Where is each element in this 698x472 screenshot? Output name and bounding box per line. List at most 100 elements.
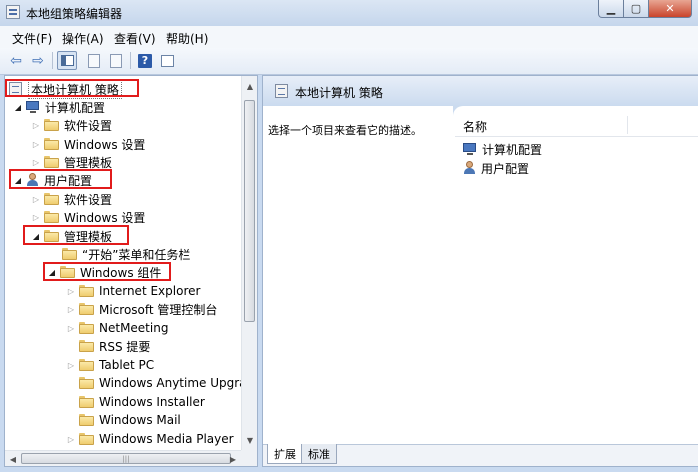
close-button[interactable]: ✕ (649, 0, 692, 18)
tree-vertical-scrollbar[interactable]: ▲ ▼ (241, 76, 257, 450)
menu-file[interactable]: 文件(F) (12, 30, 52, 47)
tree-horizontal-scrollbar[interactable]: ◀ ||| ▶ (5, 450, 241, 466)
export-list-icon (110, 53, 122, 68)
menu-view[interactable]: 查看(V) (114, 30, 156, 47)
column-separator[interactable] (627, 116, 628, 134)
scroll-up-icon[interactable]: ▲ (242, 78, 257, 94)
tree-item-label: Windows Installer (99, 395, 205, 409)
collapsed-triangle-icon[interactable]: ▷ (31, 157, 41, 167)
tree-item-label: RSS 提要 (99, 339, 151, 354)
menu-help[interactable]: 帮助(H) (166, 30, 208, 47)
tab-standard[interactable]: 标准 (301, 444, 337, 464)
tree-item-component[interactable]: ▷ Tablet PC (66, 356, 154, 374)
tree-item-component[interactable]: Windows Mail (79, 411, 181, 429)
back-arrow-icon: ⇦ (10, 52, 22, 69)
help-button[interactable]: ? (135, 51, 155, 70)
list-header: 名称 (455, 114, 698, 137)
tree-item-label: NetMeeting (99, 321, 169, 335)
list-item-label: 计算机配置 (482, 142, 543, 157)
help-icon: ? (138, 53, 152, 68)
folder-icon (79, 322, 94, 334)
console-tree-icon (60, 55, 74, 66)
toolbar-separator (52, 52, 53, 69)
tree-item-start-menu[interactable]: “开始”菜单和任务栏 (62, 245, 190, 263)
console-tree: 本地计算机 策略 ◢ 计算机配置 ▷ 软件设置 ▷ Windows 设置 ▷ 管… (4, 75, 258, 467)
collapsed-triangle-icon[interactable]: ▷ (66, 304, 76, 314)
list-item-user-config[interactable]: 用户配置 (463, 159, 529, 177)
folder-icon (79, 359, 94, 371)
computer-icon (463, 142, 478, 156)
forward-button[interactable]: ⇨ (28, 51, 48, 70)
tree-item-label: 软件设置 (64, 192, 113, 207)
properties-icon (88, 53, 100, 68)
scroll-left-icon[interactable]: ◀ (5, 451, 21, 466)
tree-item-label: Windows Mail (99, 413, 181, 427)
list-item-label: 用户配置 (481, 161, 530, 176)
tab-extended[interactable]: 扩展 (267, 444, 303, 464)
folder-icon (79, 433, 94, 445)
tree-item-component[interactable]: RSS 提要 (79, 337, 150, 355)
tree-item-label: Windows 设置 (64, 210, 146, 225)
view-tabs: 扩展 标准 (263, 444, 698, 466)
tree-item-label: 计算机配置 (45, 100, 106, 115)
tree-item-component[interactable]: ▷ Windows Media Player (66, 430, 234, 448)
folder-icon (44, 156, 59, 168)
tree-item-cc-software[interactable]: ▷ 软件设置 (31, 116, 112, 134)
tree-item-cc-windows[interactable]: ▷ Windows 设置 (31, 135, 145, 153)
scrollbar-corner (241, 450, 257, 466)
tree-item-component[interactable]: ▷ NetMeeting (66, 319, 169, 337)
collapsed-triangle-icon[interactable]: ▷ (66, 286, 76, 296)
computer-icon (26, 100, 41, 114)
highlight-box-root (5, 79, 139, 97)
collapsed-triangle-icon[interactable]: ▷ (31, 194, 41, 204)
collapsed-triangle-icon[interactable]: ▷ (66, 360, 76, 370)
window-controls: ▁ ▢ ✕ (598, 0, 692, 18)
tree-item-label: 软件设置 (64, 118, 113, 133)
maximize-button[interactable]: ▢ (624, 0, 649, 18)
show-hide-tree-button[interactable] (57, 51, 77, 70)
folder-icon (79, 414, 94, 426)
highlight-box-admin-templates (23, 225, 129, 245)
collapsed-triangle-icon[interactable]: ▷ (66, 323, 76, 333)
tree-item-component[interactable]: Windows Anytime Upgrad (79, 374, 254, 392)
details-header: 本地计算机 策略 (263, 76, 698, 106)
collapsed-triangle-icon[interactable]: ▷ (31, 120, 41, 130)
column-header-name[interactable]: 名称 (463, 118, 487, 135)
expanded-triangle-icon[interactable]: ◢ (13, 102, 23, 112)
scroll-down-icon[interactable]: ▼ (242, 432, 257, 448)
folder-icon (62, 248, 77, 260)
tree-item-component[interactable]: ▷ Internet Explorer (66, 282, 201, 300)
tree-item-component[interactable]: Windows Installer (79, 393, 205, 411)
list-view-icon (160, 54, 174, 67)
user-icon (463, 161, 477, 175)
collapsed-triangle-icon[interactable]: ▷ (66, 434, 76, 444)
export-list-button[interactable] (106, 51, 126, 70)
title-bar: 本地组策略编辑器 ▁ ▢ ✕ (0, 0, 698, 26)
folder-icon (44, 193, 59, 205)
menu-action[interactable]: 操作(A) (62, 30, 104, 47)
folder-icon (44, 211, 59, 223)
back-button[interactable]: ⇦ (6, 51, 26, 70)
list-item-computer-config[interactable]: 计算机配置 (463, 140, 542, 158)
minimize-button[interactable]: ▁ (598, 0, 624, 18)
vertical-scroll-thumb[interactable] (244, 100, 255, 322)
tree-item-computer-config[interactable]: ◢ 计算机配置 (13, 98, 105, 116)
tree-item-label: 管理模板 (64, 155, 113, 170)
collapsed-triangle-icon[interactable]: ▷ (31, 212, 41, 222)
tree-item-label: Windows Media Player (99, 432, 234, 446)
horizontal-scroll-thumb[interactable]: ||| (21, 453, 231, 464)
collapsed-triangle-icon[interactable]: ▷ (31, 139, 41, 149)
folder-icon (44, 138, 59, 150)
view-button[interactable] (157, 51, 177, 70)
tree-item-component[interactable]: ▷ Microsoft 管理控制台 (66, 300, 218, 318)
scroll-right-icon[interactable]: ▶ (225, 451, 241, 466)
folder-icon (79, 340, 94, 352)
details-pane: 本地计算机 策略 选择一个项目来查看它的描述。 名称 计算机配置 用户配置 扩展… (262, 75, 698, 467)
folder-icon (79, 285, 94, 297)
toolbar: ⇦ ⇨ ? (0, 48, 698, 75)
properties-button[interactable] (84, 51, 104, 70)
tree-item-uc-software[interactable]: ▷ 软件设置 (31, 190, 112, 208)
tree-item-uc-windows[interactable]: ▷ Windows 设置 (31, 208, 145, 226)
description-text: 选择一个项目来查看它的描述。 (268, 124, 422, 137)
window-title: 本地组策略编辑器 (26, 7, 123, 21)
